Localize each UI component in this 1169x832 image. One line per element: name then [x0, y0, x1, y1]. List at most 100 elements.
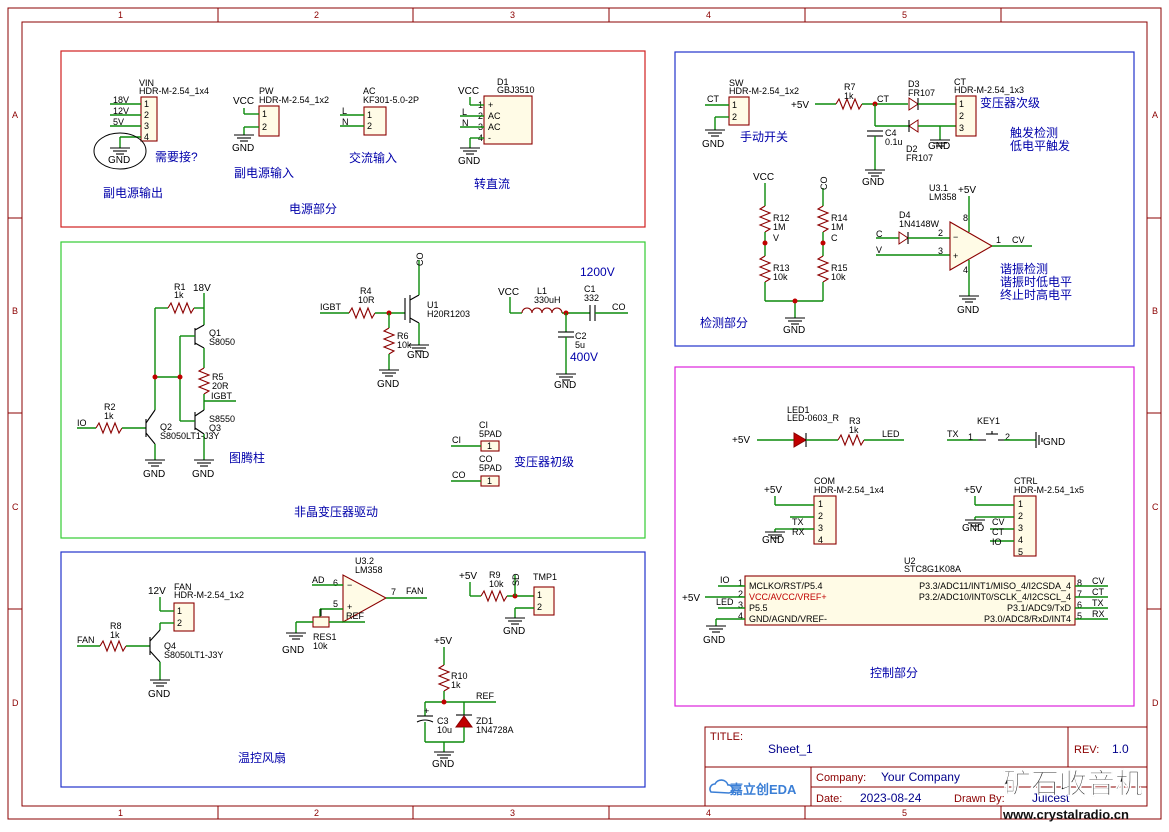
svg-text:2: 2 — [367, 121, 372, 131]
zone-col-3: 3 — [510, 10, 515, 20]
net-igbt-1: IGBT — [211, 391, 233, 401]
drawn-label: Drawn By: — [954, 793, 1005, 805]
svg-text:1k: 1k — [110, 630, 120, 640]
svg-text:谐振时低电平: 谐振时低电平 — [1000, 275, 1072, 289]
net-fan-2: FAN — [406, 586, 424, 596]
d1-caption: 转直流 — [474, 176, 510, 191]
svg-text:10R: 10R — [358, 295, 375, 305]
svg-text:330uH: 330uH — [534, 295, 561, 305]
ctrl-header[interactable]: CTRL HDR-M-2.54_1x5 12345 +5V CV CT IO G… — [962, 476, 1084, 557]
svg-text:5: 5 — [1018, 547, 1023, 557]
svg-text:-: - — [488, 133, 491, 143]
ac-terminal[interactable]: AC KF301-5.0-2P 12 L N 交流输入 — [340, 86, 419, 165]
svg-text:V: V — [773, 233, 779, 243]
svg-text:2: 2 — [177, 618, 182, 628]
svg-text:3: 3 — [1018, 523, 1023, 533]
pw-caption: 副电源输入 — [234, 165, 294, 180]
svg-text:1N4728A: 1N4728A — [476, 725, 514, 735]
temp-sensor[interactable]: +5V R9 10k SD TMP1 12 GND — [459, 570, 557, 637]
svg-text:CT: CT — [877, 94, 889, 104]
svg-text:GND/AGND/VREF-: GND/AGND/VREF- — [749, 614, 827, 624]
svg-text:HDR-M-2.54_1x2: HDR-M-2.54_1x2 — [729, 86, 799, 96]
svg-text:−: − — [347, 580, 352, 590]
svg-text:GND: GND — [407, 350, 429, 361]
vin-part: HDR-M-2.54_1x4 — [139, 86, 209, 96]
sheet-frame: 1 2 3 4 5 1 2 3 4 5 A B C D A B C D — [7, 7, 1162, 820]
svg-text:1k: 1k — [174, 290, 184, 300]
date-label: Date: — [816, 793, 842, 805]
sw-caption: 手动开关 — [740, 130, 788, 144]
d1-bridge[interactable]: D1 GBJ3510 + AC AC - 1234 VCC L N GND 转直… — [458, 77, 535, 191]
svg-text:IO: IO — [992, 537, 1002, 547]
svg-text:20R: 20R — [212, 381, 229, 391]
svg-text:HDR-M-2.54_1x3: HDR-M-2.54_1x3 — [954, 85, 1024, 95]
svg-text:P3.3/ADC11/INT1/MISO_4/I2CSDA_: P3.3/ADC11/INT1/MISO_4/I2CSDA_4 — [919, 581, 1071, 591]
pw-header[interactable]: PW HDR-M-2.54_1x2 12 VCC GND 副电源输入 — [232, 86, 329, 180]
svg-text:RX: RX — [792, 527, 805, 537]
svg-text:2: 2 — [732, 112, 737, 122]
rev-value: 1.0 — [1112, 742, 1129, 756]
svg-text:3: 3 — [938, 246, 943, 256]
fan-comparator[interactable]: U3.2 LM358 −+ 657 AD FAN RES1 10k REF GN… — [282, 556, 427, 656]
svg-text:终止时高电平: 终止时高电平 — [1000, 287, 1072, 302]
svg-text:STC8G1K08A: STC8G1K08A — [904, 564, 961, 574]
svg-text:+5V: +5V — [964, 485, 982, 496]
svg-text:GND: GND — [762, 535, 784, 546]
zone-col-2: 2 — [314, 10, 319, 20]
sw-header[interactable]: SW HDR-M-2.54_1x2 12 CT GND 手动开关 — [702, 78, 799, 150]
u2-mcu[interactable]: U2 STC8G1K08A MCLKO/RST/P5.4 VCC/AVCC/VR… — [682, 556, 1108, 646]
svg-text:1: 1 — [177, 606, 182, 616]
svg-text:5PAD: 5PAD — [479, 463, 502, 473]
zone-row-b: B — [12, 306, 18, 316]
svg-text:1k: 1k — [451, 680, 461, 690]
totem-pole[interactable]: 18V R1 1k Q1 S8050 R5 20R IGBT S8550 Q3 … — [77, 282, 265, 480]
svg-text:GND: GND — [503, 626, 525, 637]
fan-driver[interactable]: FAN HDR-M-2.54_1x2 12 12V FAN R8 1k Q4 S… — [77, 582, 244, 700]
svg-text:12V: 12V — [148, 586, 166, 597]
svg-text:1: 1 — [818, 499, 823, 509]
zone-row-c: C — [12, 502, 19, 512]
svg-text:1: 1 — [1018, 499, 1023, 509]
date-value: 2023-08-24 — [860, 791, 922, 805]
vin-net-5v: 5V — [113, 117, 124, 127]
svg-text:N: N — [462, 118, 469, 128]
svg-text:S8050: S8050 — [209, 337, 235, 347]
resonance-detect[interactable]: VCC R12 1M V R13 10k GND CO R14 1M C R15… — [753, 172, 1072, 336]
transformer-primary-pads[interactable]: CI 5PAD 1 CI CO 5PAD 1 CO 变压器初级 — [451, 420, 574, 487]
svg-text:5u: 5u — [575, 340, 585, 350]
svg-text:1: 1 — [996, 235, 1001, 245]
igbt-stage[interactable]: IGBT R4 10R R6 10k GND CO GND U1 H20R120… — [320, 253, 470, 391]
vin-caption: 副电源输出 — [103, 185, 163, 200]
svg-text:P3.0/ADC8/RxD/INT4: P3.0/ADC8/RxD/INT4 — [984, 614, 1071, 624]
com-header[interactable]: COM HDR-M-2.54_1x4 1234 +5V TX RX GND — [762, 476, 884, 546]
svg-text:AC: AC — [488, 122, 501, 132]
control-title: 控制部分 — [870, 665, 918, 680]
watermark: 矿石收音机 www.crystalradio.cn — [1002, 767, 1143, 822]
svg-text:1: 1 — [487, 441, 492, 451]
svg-text:低电平触发: 低电平触发 — [1010, 138, 1070, 153]
svg-text:+5V: +5V — [459, 571, 477, 582]
zone-row-d: D — [12, 698, 19, 708]
reference-zener[interactable]: +5V R10 1k REF + C3 10u ZD1 1N4728A GND — [416, 636, 514, 770]
svg-text:GND: GND — [702, 139, 724, 150]
schematic-canvas: 1 2 3 4 5 1 2 3 4 5 A B C D A B C D VIN … — [7, 7, 1162, 822]
svg-text:VCC: VCC — [753, 172, 774, 183]
key1-button[interactable]: KEY1 TX 1 2 GND — [947, 416, 1065, 448]
title-label: TITLE: — [710, 731, 743, 743]
svg-text:谐振检测: 谐振检测 — [1000, 261, 1048, 276]
lc-stage[interactable]: VCC L1 330uH C1 332 CO 1200V C2 5u 400V … — [498, 265, 628, 391]
svg-text:GND: GND — [192, 469, 214, 480]
trigger-detect[interactable]: +5V R7 1k CT D3 FR107 D2 FR107 C4 0.1u G… — [791, 77, 1070, 188]
svg-text:1: 1 — [968, 432, 973, 442]
svg-text:GND: GND — [432, 759, 454, 770]
svg-text:10k: 10k — [773, 272, 788, 282]
vin-note: 需要接? — [155, 149, 198, 164]
svg-text:CT: CT — [1092, 587, 1104, 597]
zone-col-3-bottom: 3 — [510, 808, 515, 818]
status-led[interactable]: +5V LED1 LED-0603_R R3 1k LED — [732, 405, 904, 448]
svg-text:HDR-M-2.54_1x2: HDR-M-2.54_1x2 — [174, 590, 244, 600]
svg-text:−: − — [953, 232, 958, 242]
zone-row-c-right: C — [1152, 502, 1159, 512]
svg-text:CI: CI — [452, 435, 461, 445]
vin-header[interactable]: VIN HDR-M-2.54_1x4 1234 18V 12V 5V GND 需… — [93, 78, 209, 200]
